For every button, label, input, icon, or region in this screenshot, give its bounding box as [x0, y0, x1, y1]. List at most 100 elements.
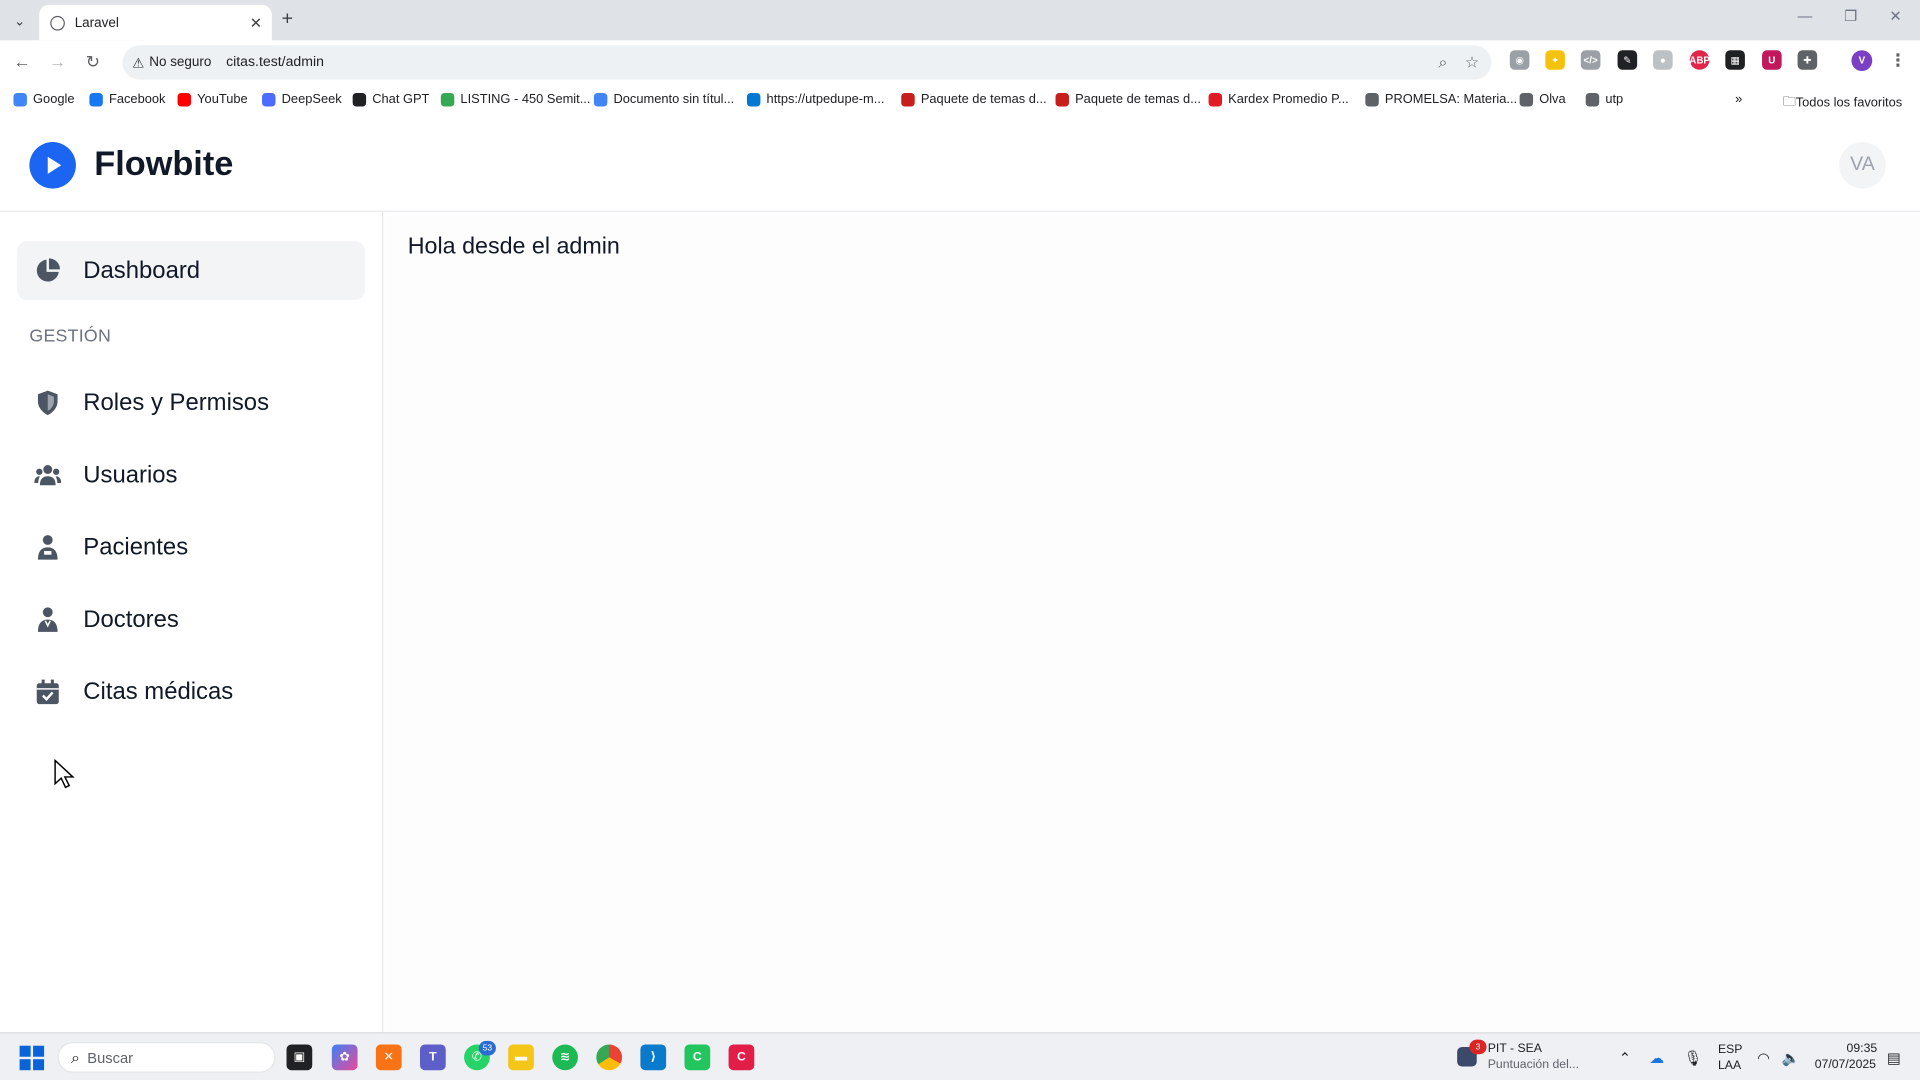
- bookmark-favicon-icon: [1519, 92, 1534, 106]
- bookmark-item[interactable]: DeepSeek: [262, 92, 342, 107]
- security-label[interactable]: No seguro: [149, 55, 211, 70]
- reload-icon[interactable]: ↻: [86, 51, 100, 72]
- profile-avatar[interactable]: V: [1851, 50, 1873, 72]
- restore-icon[interactable]: ❐: [1844, 7, 1857, 24]
- sidebar-item-pacientes[interactable]: Pacientes: [17, 518, 365, 577]
- zoom-icon[interactable]: ⌕: [1438, 53, 1447, 73]
- chrome-icon[interactable]: [596, 1044, 623, 1071]
- windows-taskbar: ⌕ Buscar ▣ ✿ ✕ T ✆ 53 ▬ ≋ ⟩ C C 3 PIT - …: [0, 1032, 1920, 1080]
- url-text[interactable]: citas.test/admin: [226, 55, 324, 70]
- onedrive-icon[interactable]: ☁: [1649, 1049, 1664, 1066]
- sidebar-item-label: Dashboard: [83, 256, 201, 284]
- sidebar-item-dashboard[interactable]: Dashboard: [17, 241, 365, 301]
- sidebar-item-roles[interactable]: Roles y Permisos: [17, 373, 365, 432]
- eyedropper-extension-icon[interactable]: ✎: [1617, 50, 1638, 70]
- address-bar[interactable]: ⚠ No seguro citas.test/admin ⌕ ☆: [122, 45, 1492, 80]
- user-avatar[interactable]: VA: [1839, 142, 1886, 189]
- bookmarks-bar: Google Facebook YouTube DeepSeek Chat GPT LIS…: [0, 84, 1920, 116]
- bookmark-item[interactable]: utp: [1585, 92, 1623, 107]
- sidebar-item-doctores[interactable]: Doctores: [17, 590, 365, 649]
- back-icon[interactable]: ←: [13, 51, 30, 71]
- windows-start-icon[interactable]: [19, 1045, 45, 1071]
- xampp-icon[interactable]: ✕: [375, 1044, 402, 1071]
- bookmark-label: Google: [33, 91, 75, 107]
- bookmark-item[interactable]: https://utpedupe-m...: [746, 91, 885, 107]
- all-bookmarks-folder[interactable]: 🗀 Todos los favoritos: [1783, 92, 1902, 114]
- clock-time[interactable]: 09:35: [1847, 1042, 1878, 1055]
- bookmark-item[interactable]: Google: [13, 91, 75, 107]
- sidebar-item-label: Usuarios: [83, 461, 178, 488]
- teams-icon[interactable]: T: [420, 1044, 446, 1071]
- bookmark-item[interactable]: Facebook: [89, 92, 165, 107]
- globe-icon: [50, 15, 65, 31]
- bookmark-favicon-icon: [1208, 92, 1223, 106]
- tab-title: Laravel: [74, 15, 119, 31]
- new-tab-button[interactable]: +: [282, 9, 293, 31]
- bookmark-label: DeepSeek: [281, 91, 342, 107]
- file-explorer-icon[interactable]: ▬: [508, 1044, 534, 1071]
- sidebar-item-citas[interactable]: Citas médicas: [17, 662, 365, 721]
- bookmark-item[interactable]: Olva: [1519, 92, 1566, 107]
- bookmark-item[interactable]: Paquete de temas d...: [901, 92, 1047, 107]
- adblock-icon[interactable]: ABP: [1689, 50, 1710, 70]
- forward-icon[interactable]: →: [49, 51, 66, 71]
- doctor-icon: [34, 606, 61, 633]
- microphone-icon[interactable]: 🎙: [1684, 1049, 1703, 1066]
- code-extension-icon[interactable]: </>: [1580, 50, 1601, 70]
- whatsapp-badge: 53: [478, 1040, 496, 1056]
- play-logo-icon: [47, 156, 62, 174]
- show-hidden-icons-chevron-icon[interactable]: ⌃: [1619, 1049, 1631, 1066]
- taskbar-search[interactable]: ⌕ Buscar: [57, 1042, 276, 1073]
- calendar-check-icon: [34, 678, 61, 705]
- extension-icon-2[interactable]: ●: [1653, 50, 1673, 70]
- bookmark-favicon-icon: [177, 92, 192, 106]
- tab-search-chevron-icon[interactable]: ⌄: [7, 9, 31, 33]
- clock-date[interactable]: 07/07/2025: [1815, 1058, 1876, 1071]
- users-icon: [34, 462, 62, 489]
- bookmark-label: Facebook: [108, 91, 166, 107]
- close-window-icon[interactable]: ✕: [1889, 7, 1901, 24]
- spotify-icon[interactable]: ≋: [552, 1044, 578, 1071]
- wifi-icon[interactable]: ◠: [1757, 1049, 1770, 1066]
- bookmark-item[interactable]: Documento sin títul...: [593, 92, 734, 107]
- bookmark-label: https://utpedupe-m...: [766, 91, 885, 107]
- qr-extension-icon[interactable]: ▦: [1725, 50, 1745, 70]
- bookmark-item[interactable]: LISTING - 450 Semit...: [440, 92, 590, 107]
- sidebar-item-usuarios[interactable]: Usuarios: [17, 446, 365, 505]
- minimize-icon[interactable]: —: [1798, 7, 1813, 24]
- bookmark-item[interactable]: YouTube: [177, 92, 248, 107]
- vscode-icon[interactable]: ⟩: [640, 1044, 667, 1071]
- bookmark-item[interactable]: Kardex Promedio P...: [1208, 92, 1349, 107]
- volume-icon[interactable]: 🔈: [1782, 1049, 1800, 1066]
- notification-badge: 3: [1469, 1039, 1487, 1055]
- brand-name[interactable]: Flowbite: [94, 144, 233, 183]
- extensions-puzzle-icon[interactable]: ✚: [1797, 50, 1818, 70]
- notification-title[interactable]: PIT - SEA: [1488, 1042, 1542, 1055]
- bookmark-star-icon[interactable]: ☆: [1465, 53, 1479, 73]
- pie-chart-icon: [34, 257, 61, 284]
- close-tab-icon[interactable]: ✕: [250, 14, 262, 31]
- app-icon-red[interactable]: C: [728, 1044, 755, 1071]
- patient-icon: [34, 534, 61, 561]
- lightbulb-extension-icon[interactable]: ✦: [1545, 50, 1565, 70]
- menu-kebab-icon[interactable]: ⋮: [1888, 50, 1908, 70]
- browser-tab[interactable]: Laravel ✕: [39, 4, 272, 41]
- bookmark-item[interactable]: Paquete de temas d...: [1055, 92, 1201, 107]
- language-label[interactable]: ESP: [1718, 1043, 1743, 1056]
- copilot-icon[interactable]: ✿: [331, 1044, 358, 1071]
- ublock-icon[interactable]: U: [1762, 50, 1782, 70]
- notification-center-icon[interactable]: ▤: [1887, 1049, 1901, 1066]
- extension-icon[interactable]: ◉: [1509, 50, 1530, 70]
- bookmark-item[interactable]: Chat GPT: [352, 92, 429, 107]
- folder-icon: 🗀: [1782, 94, 1796, 109]
- task-view-icon[interactable]: ▣: [286, 1044, 313, 1071]
- search-placeholder: Buscar: [87, 1048, 134, 1066]
- page-greeting: Hola desde el admin: [407, 233, 620, 260]
- app-icon-green[interactable]: C: [684, 1044, 711, 1071]
- bookmark-item[interactable]: PROMELSA: Materia...: [1365, 92, 1517, 107]
- bookmark-label: PROMELSA: Materia...: [1384, 91, 1518, 107]
- notification-subtitle[interactable]: Puntuación del...: [1488, 1058, 1579, 1071]
- more-bookmarks-chevron-icon[interactable]: »: [1735, 92, 1742, 107]
- flowbite-logo[interactable]: [29, 142, 76, 189]
- keyboard-layout-label[interactable]: LAA: [1718, 1059, 1741, 1072]
